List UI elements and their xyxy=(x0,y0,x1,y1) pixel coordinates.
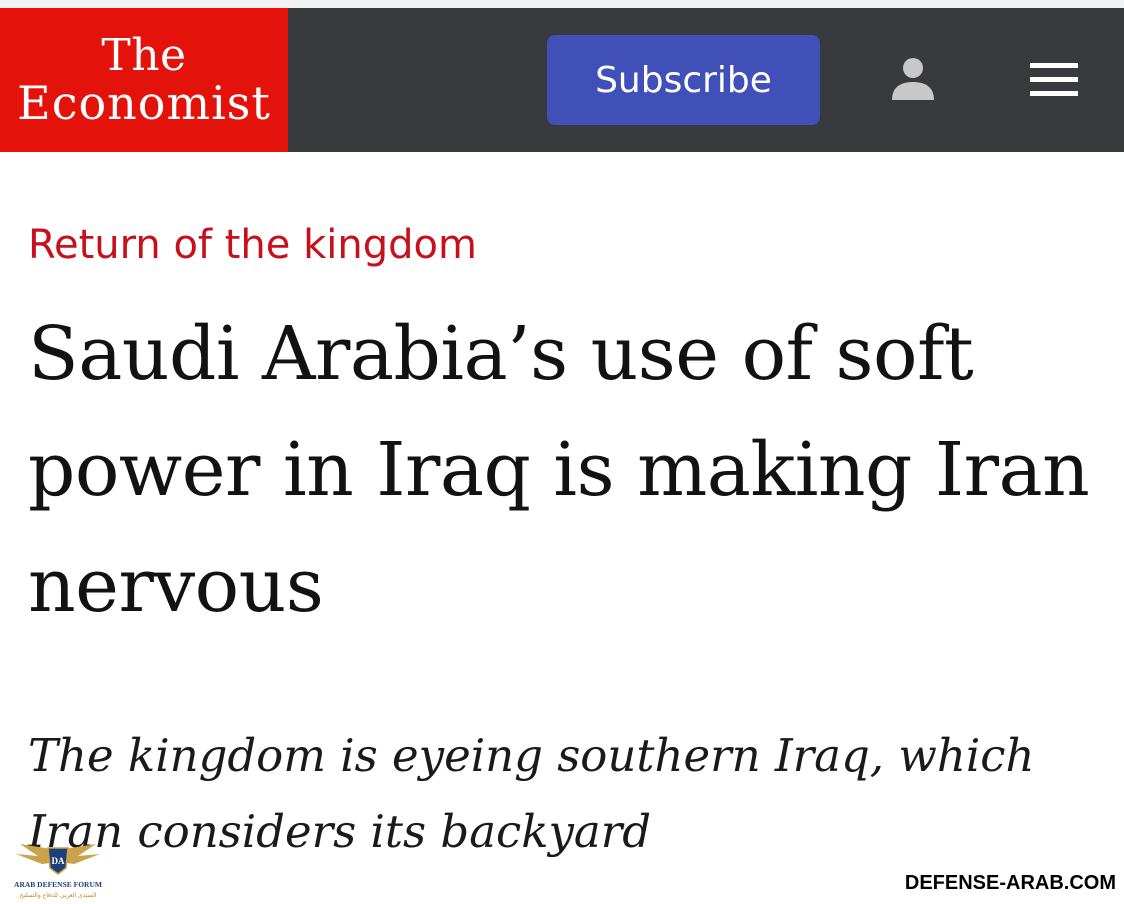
watermark-site: DEFENSE-ARAB.COM xyxy=(904,872,1116,894)
economist-logo[interactable]: The Economist xyxy=(0,8,288,152)
user-icon[interactable] xyxy=(888,54,938,104)
page: The Economist Subscribe Return of the ki… xyxy=(0,0,1124,904)
logo-arabic-name: المنتدى العربي للدفاع والتسليح xyxy=(20,892,97,899)
logo-line-the: The xyxy=(101,30,187,81)
hamburger-menu-icon[interactable] xyxy=(1030,60,1080,100)
logo-forum-name: ARAB DEFENSE FORUM xyxy=(14,880,102,889)
article-headline: Saudi Arabia’s use of soft power in Iraq… xyxy=(28,311,1090,629)
logo-line-economist: Economist xyxy=(17,76,271,130)
article-rubric: The kingdom is eyeing southern Iraq, whi… xyxy=(28,729,1035,858)
logo-initials: DA xyxy=(52,856,65,866)
article-kicker[interactable]: Return of the kingdom xyxy=(28,222,477,268)
arab-defense-forum-logo: DA ARAB DEFENSE FORUM المنتدى العربي للد… xyxy=(8,832,108,902)
top-strip xyxy=(0,0,1124,8)
subscribe-button[interactable]: Subscribe xyxy=(547,35,820,125)
site-header: The Economist Subscribe xyxy=(0,8,1124,152)
